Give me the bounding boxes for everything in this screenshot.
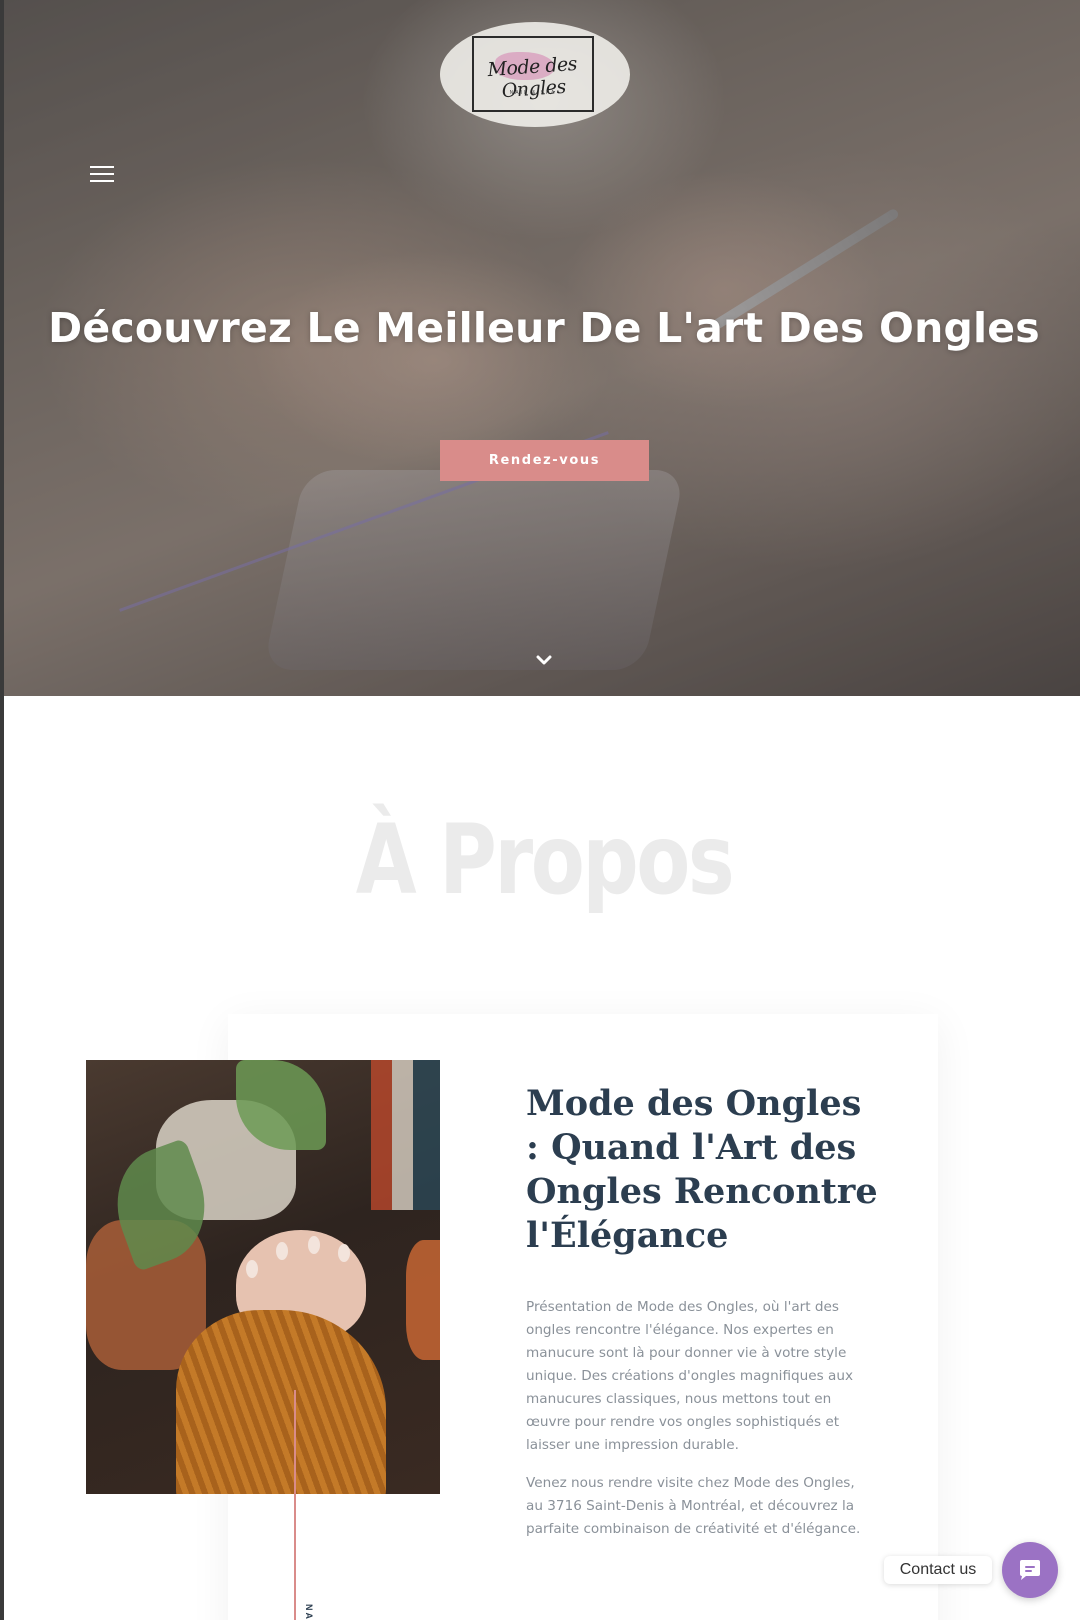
logo-text: Mode des Ongles [486, 52, 578, 103]
about-paragraph-1: Présentation de Mode des Ongles, où l'ar… [526, 1299, 854, 1453]
decorative-vertical-line [294, 1390, 296, 1620]
appointment-button[interactable]: Rendez-vous [440, 440, 649, 481]
hamburger-menu-icon[interactable] [90, 166, 114, 184]
about-image [86, 1060, 440, 1494]
logo-subtext: NAIL & SPA [509, 90, 557, 96]
about-heading: À Propos [355, 804, 735, 916]
vertical-label: NA [304, 1604, 314, 1620]
about-paragraph-2: Venez nous rendre visite chez Mode des O… [526, 1475, 861, 1537]
left-edge-strip [0, 0, 4, 1620]
about-title: Mode des Ongles : Quand l'Art des Ongles… [526, 1083, 878, 1256]
chat-bubble-icon[interactable] [1002, 1542, 1058, 1598]
chevron-down-icon[interactable] [536, 652, 552, 668]
contact-us-label[interactable]: Contact us [884, 1556, 992, 1584]
hero-title: Découvrez Le Meilleur De L'art Des Ongle… [48, 304, 1040, 352]
